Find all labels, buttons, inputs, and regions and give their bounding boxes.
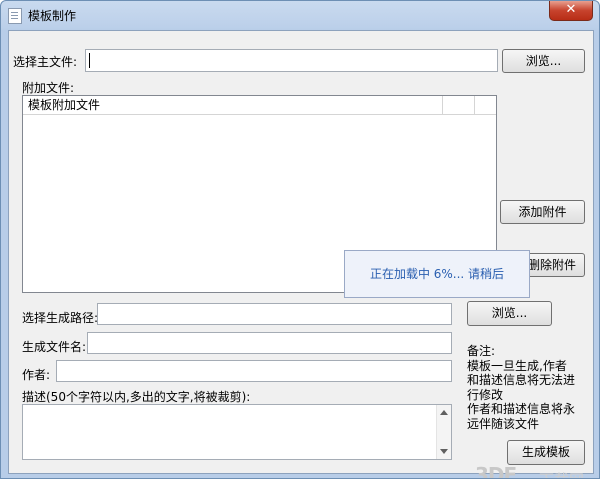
output-name-label: 生成文件名: — [22, 340, 87, 354]
notes-line: 和描述信息将无法进 — [467, 373, 576, 387]
notes-panel: 备注: 模板一旦生成,作者 和描述信息将无法进 行修改 作者和描述信息将永 远伴… — [467, 344, 587, 431]
output-path-label: 选择生成路径: — [22, 311, 99, 325]
add-attachment-button[interactable]: 添加附件 — [500, 200, 585, 224]
notes-line: 作者和描述信息将永 — [467, 402, 576, 416]
notes-title: 备注: — [467, 344, 496, 358]
dialog-window: 模板制作 ✕ 选择主文件: 浏览... 附加文件: 模板附加文件 添加附件 删除… — [0, 0, 600, 479]
watermark-text: 下载网 — [539, 469, 584, 478]
scroll-down-arrow-icon[interactable] — [440, 449, 448, 454]
notes-line: 行修改 — [467, 387, 504, 402]
generate-template-button[interactable]: 生成模板 — [507, 440, 585, 465]
notes-line: 远伴随该文件 — [467, 416, 540, 431]
document-icon — [8, 8, 22, 24]
listview-header: 模板附加文件 — [23, 96, 496, 115]
description-textarea[interactable] — [22, 404, 452, 460]
scroll-up-arrow-icon[interactable] — [440, 410, 448, 415]
attachments-label: 附加文件: — [22, 81, 75, 95]
loading-toast: 正在加载中 6%... 请稍后 — [344, 250, 530, 298]
description-scrollbar[interactable] — [436, 405, 451, 459]
description-label: 描述(50个字符以内,多出的文字,将被裁剪): — [22, 390, 251, 404]
text-caret — [89, 53, 90, 68]
author-label: 作者: — [22, 368, 51, 382]
output-path-browse-button[interactable]: 浏览... — [467, 301, 552, 326]
dialog-body: 选择主文件: 浏览... 附加文件: 模板附加文件 添加附件 删除附件 正在加载… — [8, 30, 594, 478]
title-bar[interactable]: 模板制作 ✕ — [1, 1, 599, 29]
main-file-browse-button[interactable]: 浏览... — [502, 49, 585, 73]
author-input[interactable] — [56, 360, 452, 382]
column-header-extra[interactable] — [444, 96, 475, 114]
main-file-input[interactable] — [85, 49, 498, 72]
output-path-input[interactable] — [97, 303, 452, 325]
watermark-logo: 3DE — [475, 463, 517, 479]
notes-line: 模板一旦生成,作者 — [467, 358, 567, 373]
close-button[interactable]: ✕ — [549, 1, 593, 21]
column-header-attachment[interactable]: 模板附加文件 — [23, 96, 443, 114]
main-file-label: 选择主文件: — [13, 55, 78, 69]
output-name-input[interactable] — [87, 332, 452, 354]
window-title: 模板制作 — [28, 9, 77, 23]
